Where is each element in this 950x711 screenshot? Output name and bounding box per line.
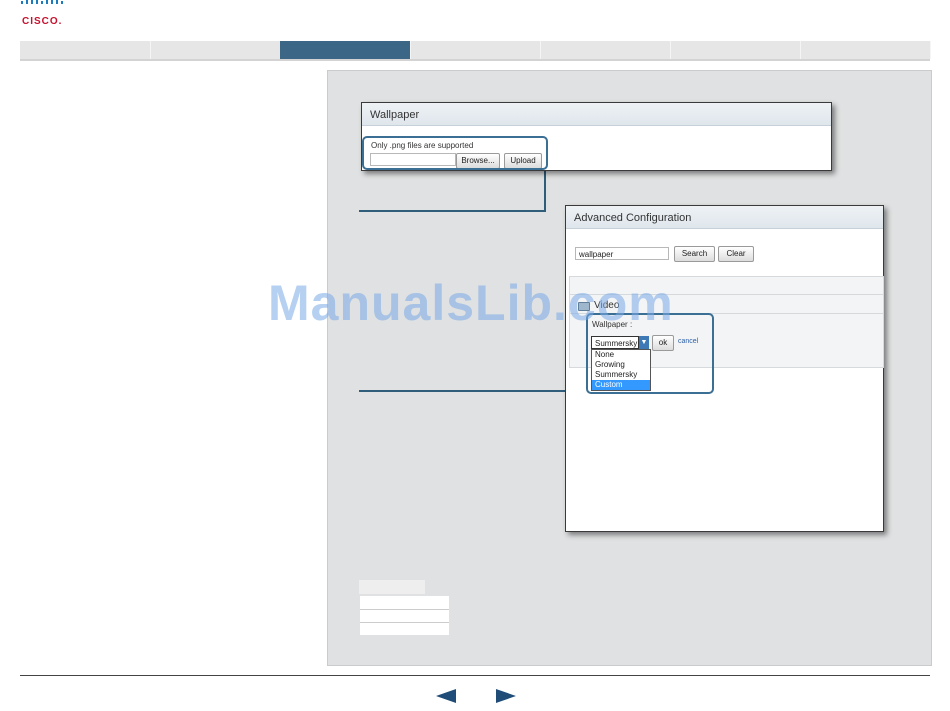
nav-tab-5[interactable] [540,41,671,59]
callout-line-2 [359,390,589,392]
nav-tab-active[interactable] [280,41,411,59]
mini-table-row [360,596,449,610]
arrow-left-icon[interactable] [436,689,456,703]
mini-table-header [359,580,425,594]
footer-rule [20,675,930,676]
callout-line-1-vertical [544,166,546,212]
top-navigation [20,41,931,61]
wallpaper-title: Wallpaper [362,103,831,126]
nav-tab-6[interactable] [670,41,801,59]
nav-tab-7[interactable] [800,41,931,59]
callout-line-1 [359,210,546,212]
arrow-right-icon[interactable] [496,689,516,703]
nav-tab-2[interactable] [150,41,281,59]
cisco-logo: CISCO. [20,0,68,28]
watermark: ManualsLib.com [268,275,674,331]
wallpaper-highlight [362,136,548,170]
mini-table-row [360,610,449,623]
nav-tab-1[interactable] [20,41,151,59]
config-search-input[interactable]: wallpaper [575,247,669,260]
mini-table-row [360,623,449,635]
cisco-wordmark: CISCO. [22,16,63,27]
nav-tab-4[interactable] [410,41,541,59]
clear-button[interactable]: Clear [718,246,754,262]
search-button[interactable]: Search [674,246,715,262]
advanced-config-title: Advanced Configuration [566,206,883,229]
